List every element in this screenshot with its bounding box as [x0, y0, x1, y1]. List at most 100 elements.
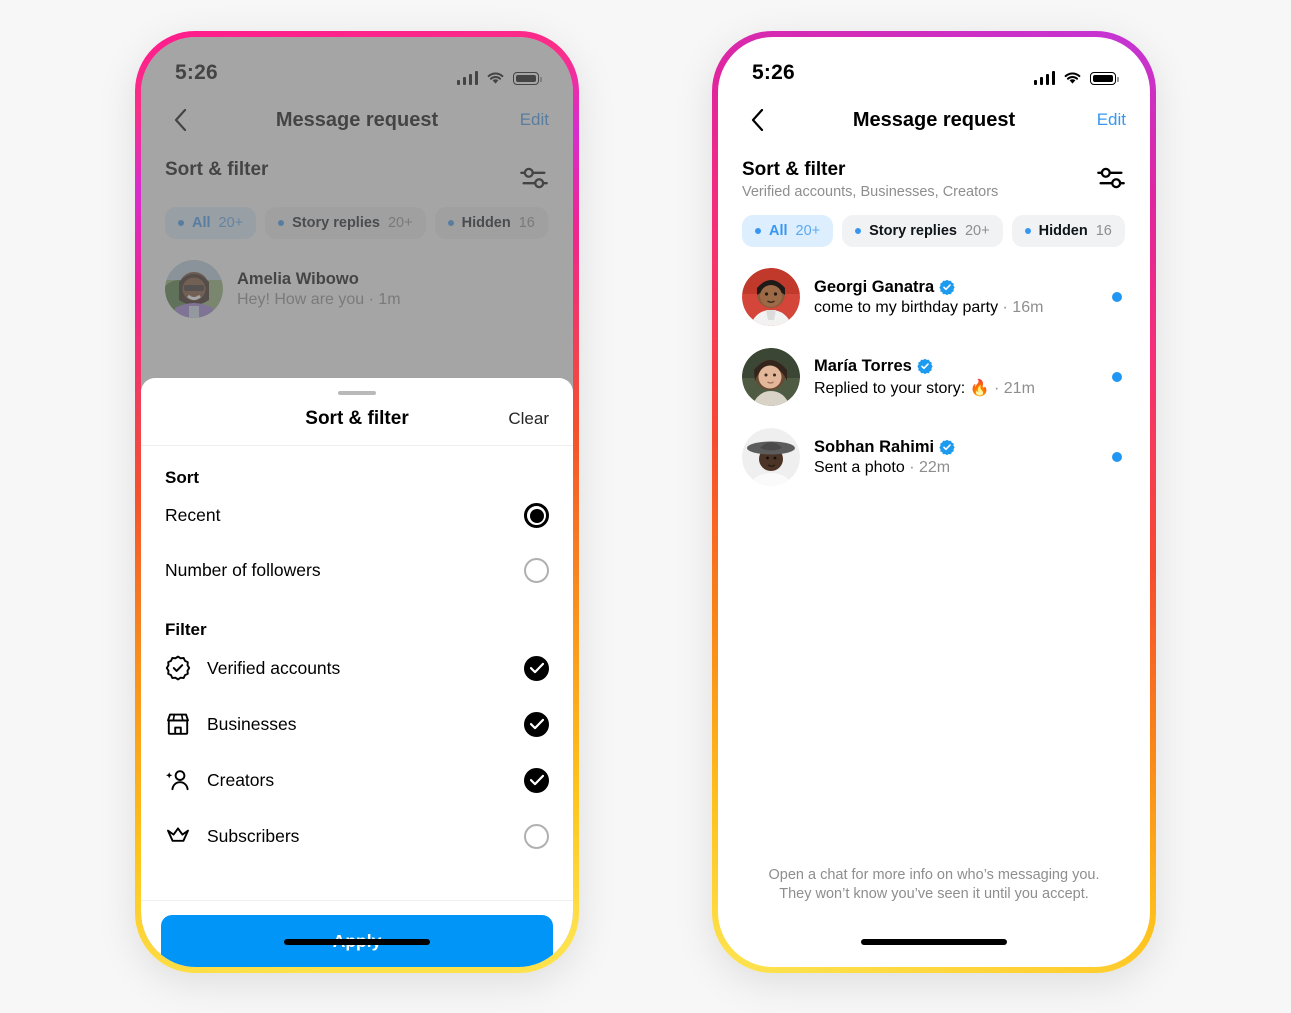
filter-option-creators[interactable]: Creators — [141, 752, 573, 808]
chip-label: Story replies — [869, 223, 957, 240]
sender-name-text: María Torres — [814, 356, 912, 375]
filter-option-verified-accounts[interactable]: Verified accounts — [141, 640, 573, 696]
sort-filter-title: Sort & filter — [742, 159, 846, 180]
avatar — [742, 348, 800, 407]
page-title: Message request — [852, 108, 1016, 131]
phone-screen-right: 5:26 Message request Edit Sort & filter … — [718, 37, 1150, 967]
storefront-icon — [167, 713, 189, 735]
footer-note: Open a chat for more info on who’s messa… — [768, 866, 1100, 903]
filter-option-businesses[interactable]: Businesses — [141, 696, 573, 752]
sender-name-text: Sobhan Rahimi — [814, 437, 935, 456]
radio-number-of-followers[interactable] — [524, 558, 549, 583]
phone-screen-left: 5:26 Message request — [141, 37, 573, 967]
message-preview: come to my birthday party · 16m — [814, 299, 1098, 317]
sender-name: María Torres — [814, 357, 1098, 376]
edit-button[interactable]: Edit — [1097, 110, 1126, 130]
avatar-image — [742, 268, 800, 327]
chip-dot-icon — [755, 228, 761, 235]
filter-chips-right: All 20+ Story replies 20+ Hidden 16 — [718, 201, 1150, 248]
phone-mockup-right: 5:26 Message request Edit Sort & filter … — [712, 31, 1156, 973]
checkbox-businesses[interactable] — [524, 711, 549, 737]
chip-label: All — [769, 223, 788, 240]
option-label: Subscribers — [207, 825, 300, 846]
home-indicator — [861, 939, 1007, 945]
sender-name: Sobhan Rahimi — [814, 438, 1098, 457]
sliders-icon[interactable] — [1096, 163, 1126, 193]
chip-dot-icon — [855, 228, 862, 235]
avatar — [742, 268, 800, 327]
status-bar-right: 5:26 — [718, 37, 1150, 93]
cellular-signal-icon — [1033, 71, 1055, 85]
sender-name-text: Georgi Ganatra — [814, 277, 935, 296]
preview-text: Sent a photo — [814, 458, 905, 476]
preview-text: Replied to your story: 🔥 — [814, 379, 990, 397]
home-indicator — [284, 939, 430, 945]
unread-dot — [1112, 452, 1122, 463]
list-item[interactable]: Sobhan Rahimi Sent a photo · 22m — [742, 417, 1126, 497]
chip-story-replies[interactable]: Story replies 20+ — [842, 215, 1003, 248]
preview-text: come to my birthday party — [814, 298, 999, 316]
sort-filter-bottom-sheet: Sort & filter Clear Sort Recent Number o… — [141, 378, 573, 967]
filter-section-heading: Filter — [165, 620, 207, 639]
avatar-image — [742, 428, 800, 487]
sort-section-heading: Sort — [165, 468, 199, 487]
chip-label: Hidden — [1038, 223, 1088, 240]
sort-option-followers[interactable]: Number of followers — [141, 543, 573, 598]
creator-person-star-icon — [166, 770, 189, 791]
check-icon — [529, 662, 544, 674]
radio-recent[interactable] — [524, 503, 549, 528]
crown-icon — [167, 827, 189, 842]
verified-badge-icon — [939, 279, 955, 296]
status-time: 5:26 — [752, 61, 795, 84]
chip-all[interactable]: All 20+ — [742, 215, 834, 248]
checkbox-subscribers[interactable] — [524, 823, 549, 849]
chip-count: 20+ — [964, 223, 990, 240]
message-body: Georgi Ganatra come to my birthday party… — [814, 278, 1098, 317]
message-preview: Sent a photo · 22m — [814, 459, 1098, 477]
verified-badge-icon — [917, 358, 933, 375]
verified-badge-icon — [165, 655, 191, 681]
check-icon — [529, 718, 544, 730]
status-icons — [1033, 71, 1119, 85]
phone-mockup-left: 5:26 Message request — [135, 31, 579, 973]
sort-filter-subtitle: Verified accounts, Businesses, Creators — [742, 183, 999, 200]
chip-hidden[interactable]: Hidden 16 — [1011, 215, 1125, 248]
option-label: Creators — [207, 769, 275, 790]
message-preview: Replied to your story: 🔥 · 21m — [814, 378, 1098, 398]
preview-time: · 22m — [909, 458, 951, 476]
chip-count: 20+ — [795, 223, 821, 240]
screenshot-stage: 5:26 Message request — [0, 0, 1291, 1013]
checkbox-creators[interactable] — [524, 767, 549, 793]
checkbox-verified-accounts[interactable] — [524, 655, 549, 681]
verified-badge-icon — [939, 439, 955, 456]
list-item[interactable]: María Torres Replied to your story: 🔥 · … — [742, 337, 1126, 417]
preview-time: · 16m — [1002, 298, 1044, 316]
option-label: Recent — [165, 505, 221, 525]
unread-dot — [1112, 372, 1122, 383]
sort-option-recent[interactable]: Recent — [141, 488, 573, 543]
message-list-right: Georgi Ganatra come to my birthday party… — [718, 247, 1150, 497]
filter-option-subscribers[interactable]: Subscribers — [141, 808, 573, 864]
chip-dot-icon — [1024, 228, 1031, 235]
check-icon — [529, 774, 544, 786]
clear-button[interactable]: Clear — [508, 409, 549, 429]
list-item[interactable]: Georgi Ganatra come to my birthday party… — [742, 257, 1126, 337]
wifi-icon — [1064, 72, 1081, 84]
nav-bar-right: Message request Edit — [718, 93, 1150, 147]
avatar-image — [742, 348, 800, 407]
option-label: Number of followers — [165, 560, 321, 580]
chip-count: 16 — [1095, 223, 1112, 240]
sender-name: Georgi Ganatra — [814, 278, 1098, 297]
chevron-left-icon — [751, 109, 763, 131]
back-button[interactable] — [742, 105, 772, 135]
unread-dot — [1112, 292, 1122, 303]
sheet-header: Sort & filter Clear — [141, 395, 573, 446]
battery-full-icon — [1090, 72, 1119, 85]
sort-filter-text[interactable]: Sort & filter Verified accounts, Busines… — [742, 159, 1096, 201]
message-body: María Torres Replied to your story: 🔥 · … — [814, 357, 1098, 398]
preview-time: · 21m — [994, 379, 1035, 397]
sheet-footer: Apply — [141, 900, 573, 967]
option-label: Businesses — [207, 713, 297, 734]
avatar — [742, 428, 800, 487]
message-body: Sobhan Rahimi Sent a photo · 22m — [814, 438, 1098, 477]
